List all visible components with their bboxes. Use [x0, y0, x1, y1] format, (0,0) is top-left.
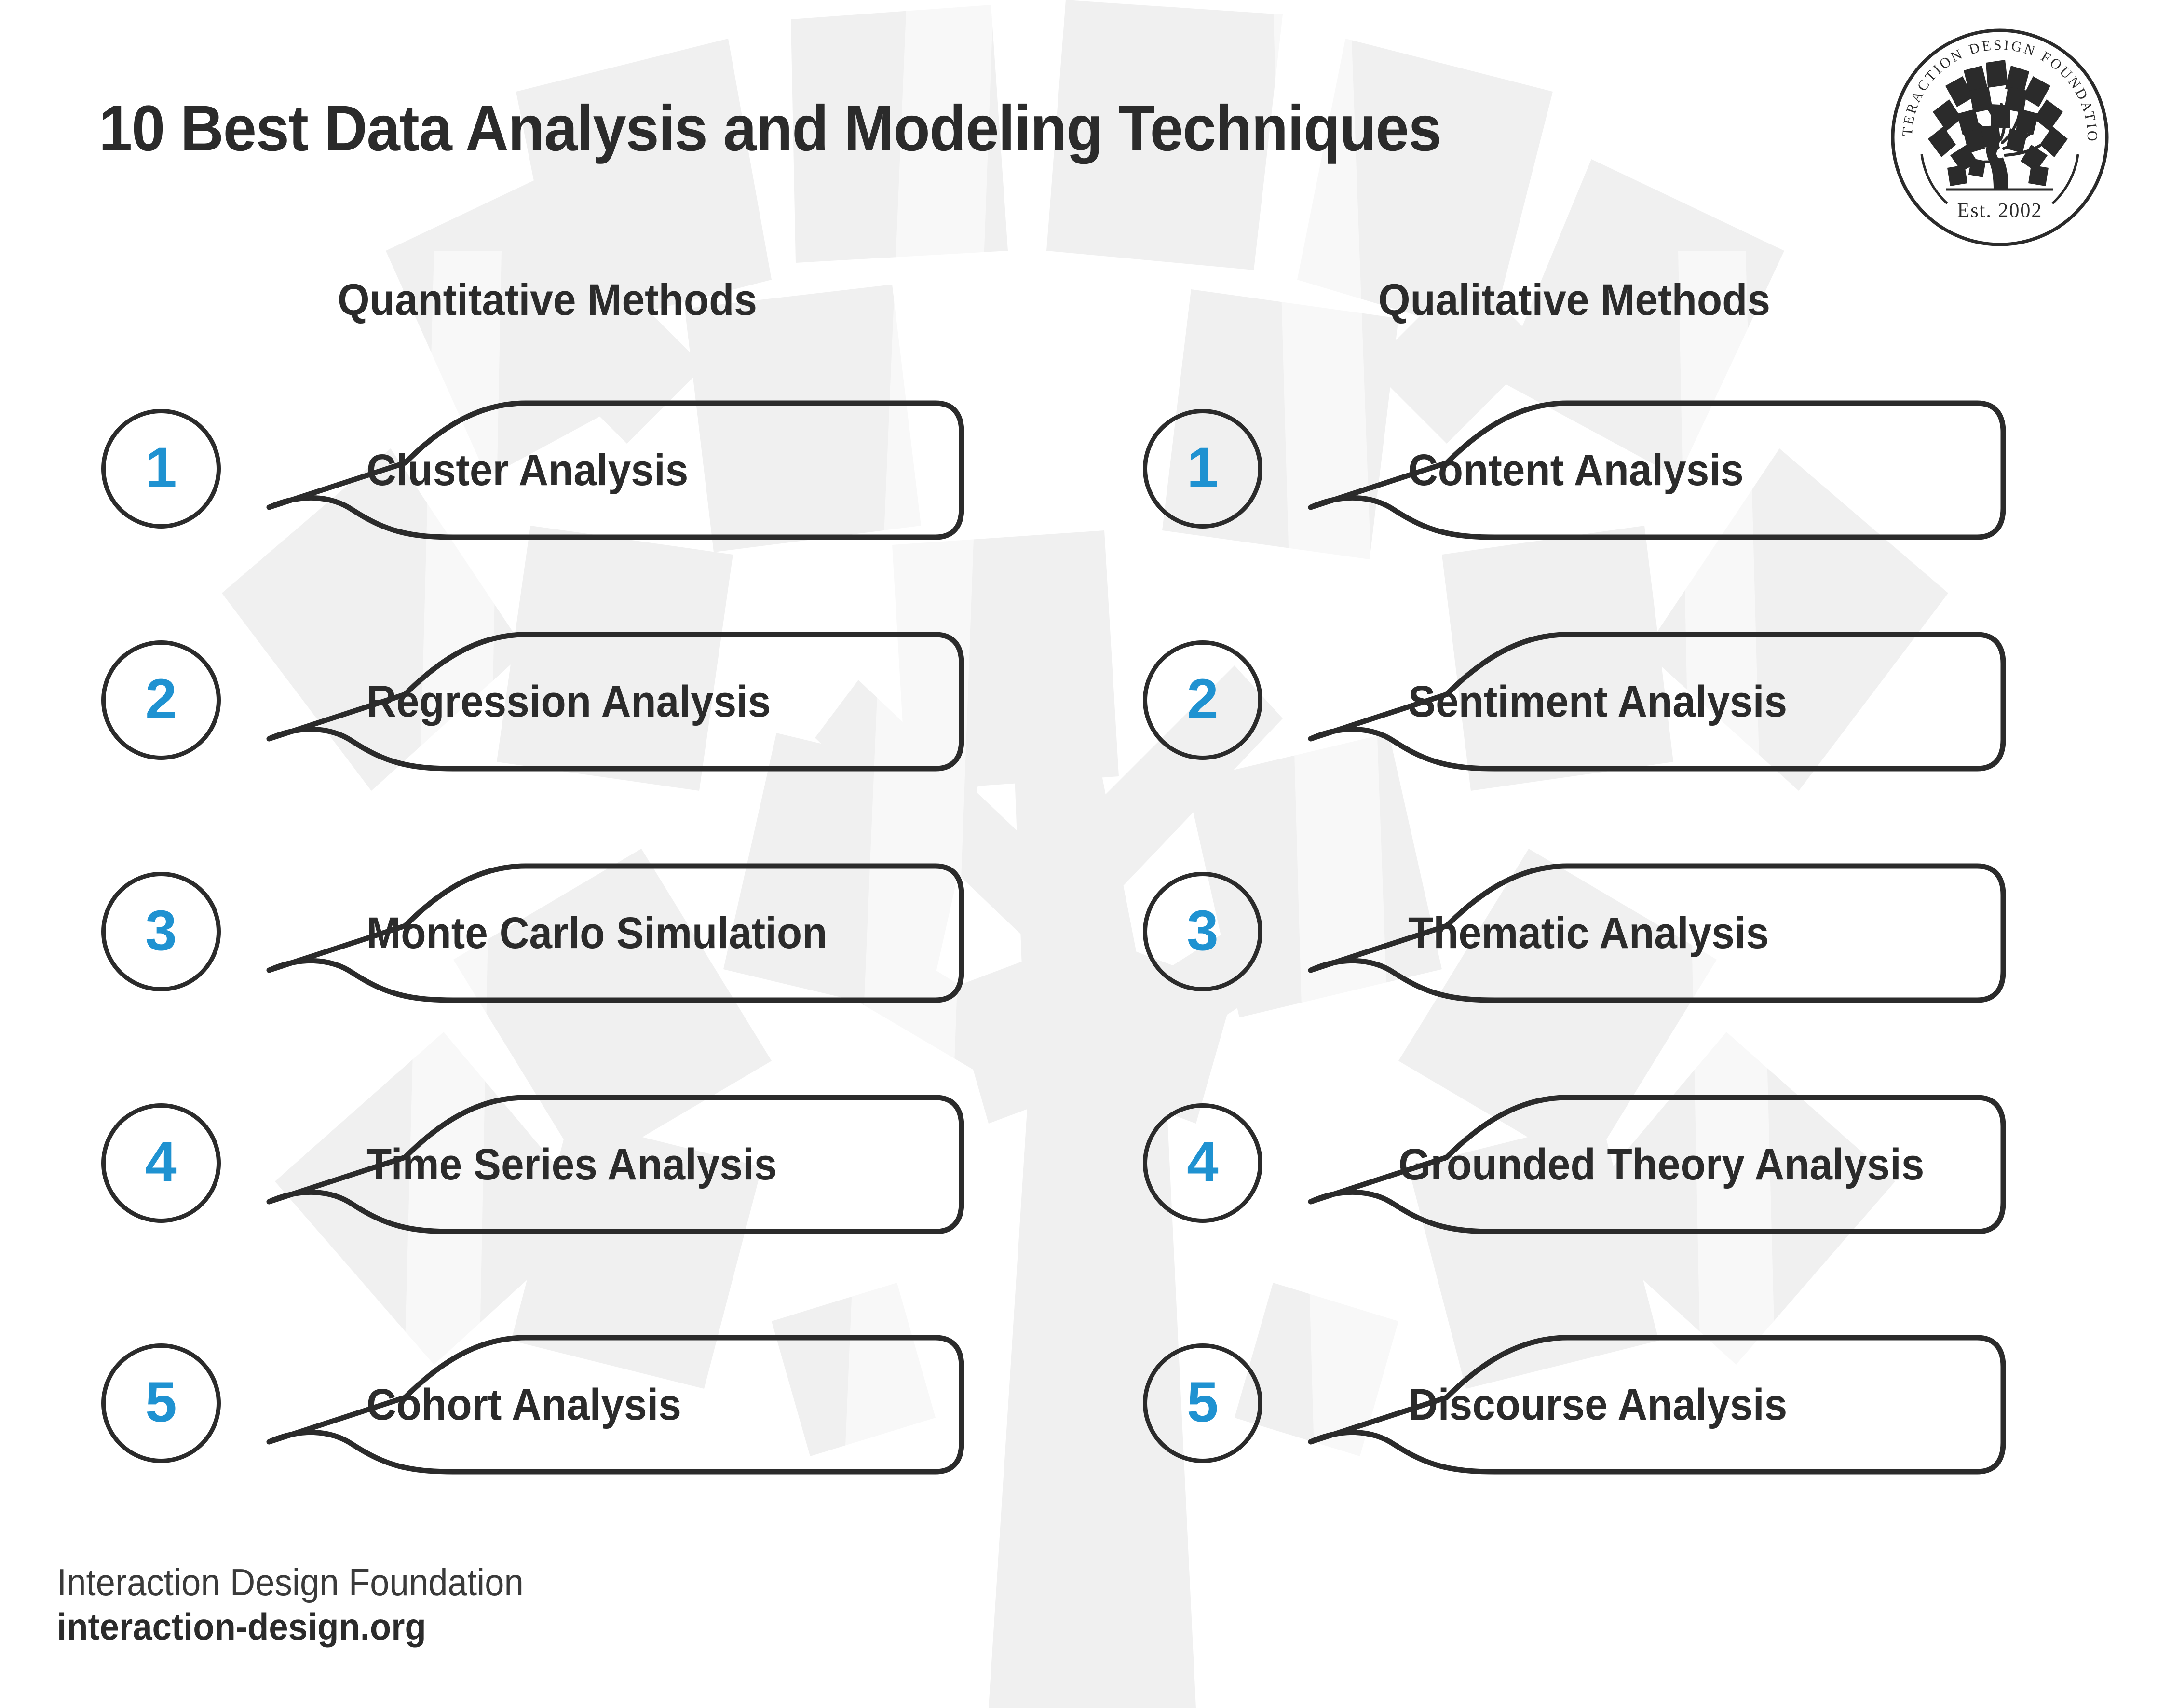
- item-number-badge: 3: [1143, 872, 1262, 991]
- item-label: Time Series Analysis: [366, 1139, 777, 1189]
- item-label: Discourse Analysis: [1408, 1380, 1788, 1429]
- item-number: 5: [1187, 1370, 1219, 1434]
- item-label: Grounded Theory Analysis: [1398, 1139, 1925, 1189]
- interaction-design-foundation-logo: INTERACTION DESIGN FOUNDATION: [1886, 24, 2109, 246]
- item-number-badge: 2: [101, 640, 221, 760]
- item-number-badge: 4: [101, 1103, 221, 1223]
- item-label: Cluster Analysis: [366, 445, 689, 495]
- logo-established-text: Est. 2002: [1957, 200, 2043, 222]
- item-label: Cohort Analysis: [366, 1380, 681, 1429]
- footer-organization: Interaction Design Foundation: [57, 1561, 524, 1603]
- item-number: 3: [1187, 899, 1219, 962]
- item-label: Regression Analysis: [366, 677, 771, 726]
- item-number-badge: 1: [1143, 409, 1262, 529]
- item-number-badge: 3: [101, 872, 221, 991]
- item-label: Thematic Analysis: [1408, 908, 1769, 958]
- item-number-badge: 5: [101, 1343, 221, 1463]
- column-header-qualitative: Qualitative Methods: [1378, 275, 1770, 325]
- item-number: 2: [1187, 667, 1219, 731]
- item-label: Monte Carlo Simulation: [366, 908, 828, 958]
- item-number: 3: [145, 899, 177, 962]
- item-label: Sentiment Analysis: [1408, 677, 1788, 726]
- item-number-badge: 2: [1143, 640, 1262, 760]
- item-number-badge: 5: [1143, 1343, 1262, 1463]
- footer-url[interactable]: interaction-design.org: [57, 1604, 524, 1649]
- item-number-badge: 1: [101, 409, 221, 529]
- column-header-quantitative: Quantitative Methods: [338, 275, 757, 325]
- item-number: 2: [145, 667, 177, 731]
- item-number: 1: [145, 436, 177, 500]
- item-number: 5: [145, 1370, 177, 1434]
- footer: Interaction Design Foundation interactio…: [57, 1560, 559, 1649]
- item-number: 4: [145, 1130, 177, 1194]
- item-label: Content Analysis: [1408, 445, 1744, 495]
- item-number: 1: [1187, 436, 1219, 500]
- item-number: 4: [1187, 1130, 1219, 1194]
- page-title: 10 Best Data Analysis and Modeling Techn…: [99, 93, 1442, 164]
- item-number-badge: 4: [1143, 1103, 1262, 1223]
- infographic-canvas: INTERACTION DESIGN FOUNDATION: [0, 0, 2171, 1708]
